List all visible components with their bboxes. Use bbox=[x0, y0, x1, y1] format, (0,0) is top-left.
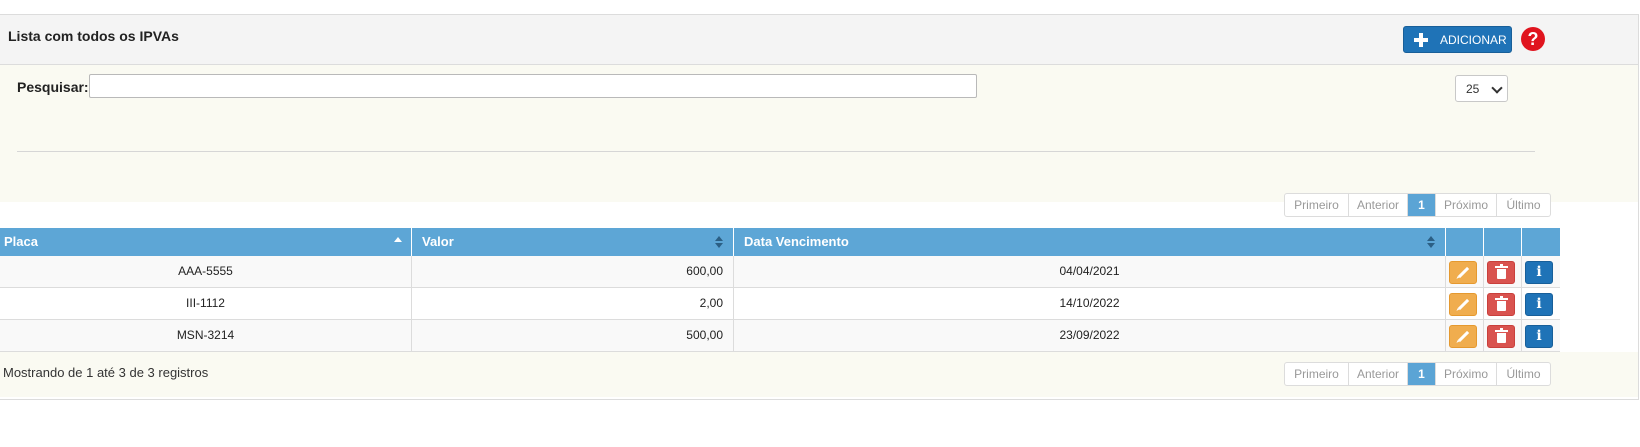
pagination-next[interactable]: Próximo bbox=[1436, 194, 1497, 216]
pagination-first[interactable]: Primeiro bbox=[1285, 194, 1349, 216]
pagination-bottom: Primeiro Anterior 1 Próximo Último bbox=[1284, 362, 1551, 386]
column-header-info bbox=[1522, 228, 1560, 256]
info-button[interactable]: i bbox=[1525, 293, 1553, 316]
pagination-first[interactable]: Primeiro bbox=[1285, 363, 1349, 385]
pagination-top: Primeiro Anterior 1 Próximo Último bbox=[1284, 193, 1551, 217]
info-button[interactable]: i bbox=[1525, 261, 1553, 284]
table-footer: Mostrando de 1 até 3 de 3 registros Prim… bbox=[0, 352, 1638, 397]
panel-header: Lista com todos os IPVAs ADICIONAR ? bbox=[0, 15, 1638, 65]
pagination-next[interactable]: Próximo bbox=[1436, 363, 1497, 385]
cell-placa: MSN-3214 bbox=[0, 320, 412, 351]
edit-button[interactable] bbox=[1449, 293, 1477, 316]
info-icon: i bbox=[1536, 264, 1542, 280]
page-size-select[interactable]: 25 bbox=[1455, 75, 1508, 102]
cell-placa: III-1112 bbox=[0, 288, 412, 319]
filter-area: Pesquisar: 25 bbox=[0, 65, 1638, 202]
search-input[interactable] bbox=[89, 74, 977, 98]
info-icon: i bbox=[1536, 328, 1542, 344]
divider bbox=[17, 151, 1535, 152]
column-header-edit bbox=[1446, 228, 1484, 256]
records-info: Mostrando de 1 até 3 de 3 registros bbox=[3, 365, 209, 380]
cell-delete bbox=[1484, 288, 1522, 319]
cell-placa: AAA-5555 bbox=[0, 256, 412, 287]
delete-button[interactable] bbox=[1487, 261, 1515, 284]
help-icon[interactable]: ? bbox=[1521, 27, 1545, 51]
delete-button[interactable] bbox=[1487, 325, 1515, 348]
add-button-label: ADICIONAR bbox=[1440, 32, 1507, 47]
delete-button[interactable] bbox=[1487, 293, 1515, 316]
pencil-icon bbox=[1457, 266, 1469, 279]
table-row: MSN-3214 500,00 23/09/2022 i bbox=[0, 320, 1560, 352]
cell-info: i bbox=[1522, 320, 1560, 351]
sort-icon bbox=[1427, 236, 1435, 248]
cell-valor: 600,00 bbox=[412, 256, 734, 287]
edit-button[interactable] bbox=[1449, 325, 1477, 348]
column-header-delete bbox=[1484, 228, 1522, 256]
info-icon: i bbox=[1536, 296, 1542, 312]
trash-icon bbox=[1494, 296, 1508, 311]
table-header: Placa Valor Data Vencimento bbox=[0, 228, 1560, 256]
cell-edit bbox=[1446, 288, 1484, 319]
cell-data-vencimento: 23/09/2022 bbox=[734, 320, 1446, 351]
cell-delete bbox=[1484, 320, 1522, 351]
pagination-prev[interactable]: Anterior bbox=[1349, 363, 1408, 385]
cell-delete bbox=[1484, 256, 1522, 287]
cell-info: i bbox=[1522, 288, 1560, 319]
sort-asc-icon bbox=[394, 237, 402, 242]
cell-edit bbox=[1446, 320, 1484, 351]
pagination-last[interactable]: Último bbox=[1497, 363, 1550, 385]
sort-icon bbox=[715, 236, 723, 248]
add-button[interactable]: ADICIONAR bbox=[1403, 26, 1512, 53]
cell-data-vencimento: 14/10/2022 bbox=[734, 288, 1446, 319]
column-header-placa[interactable]: Placa bbox=[0, 228, 412, 256]
pagination-current[interactable]: 1 bbox=[1408, 194, 1436, 216]
pagination-current[interactable]: 1 bbox=[1408, 363, 1436, 385]
search-label: Pesquisar: bbox=[17, 79, 89, 95]
column-header-label: Placa bbox=[4, 234, 38, 249]
page-title: Lista com todos os IPVAs bbox=[8, 28, 179, 44]
cell-valor: 2,00 bbox=[412, 288, 734, 319]
cell-info: i bbox=[1522, 256, 1560, 287]
chevron-down-icon bbox=[1491, 82, 1503, 94]
column-header-label: Data Vencimento bbox=[744, 234, 849, 249]
pagination-last[interactable]: Último bbox=[1497, 194, 1550, 216]
column-header-valor[interactable]: Valor bbox=[412, 228, 734, 256]
edit-button[interactable] bbox=[1449, 261, 1477, 284]
cell-data-vencimento: 04/04/2021 bbox=[734, 256, 1446, 287]
column-header-data-vencimento[interactable]: Data Vencimento bbox=[734, 228, 1446, 256]
table-row: III-1112 2,00 14/10/2022 i bbox=[0, 288, 1560, 320]
page-size-value: 25 bbox=[1466, 81, 1480, 96]
plus-icon bbox=[1414, 32, 1428, 47]
trash-icon bbox=[1494, 328, 1508, 343]
pencil-icon bbox=[1457, 330, 1469, 343]
cell-valor: 500,00 bbox=[412, 320, 734, 351]
column-header-label: Valor bbox=[422, 234, 454, 249]
pagination-prev[interactable]: Anterior bbox=[1349, 194, 1408, 216]
pencil-icon bbox=[1457, 298, 1469, 311]
table-row: AAA-5555 600,00 04/04/2021 i bbox=[0, 256, 1560, 288]
info-button[interactable]: i bbox=[1525, 325, 1553, 348]
trash-icon bbox=[1494, 264, 1508, 279]
cell-edit bbox=[1446, 256, 1484, 287]
